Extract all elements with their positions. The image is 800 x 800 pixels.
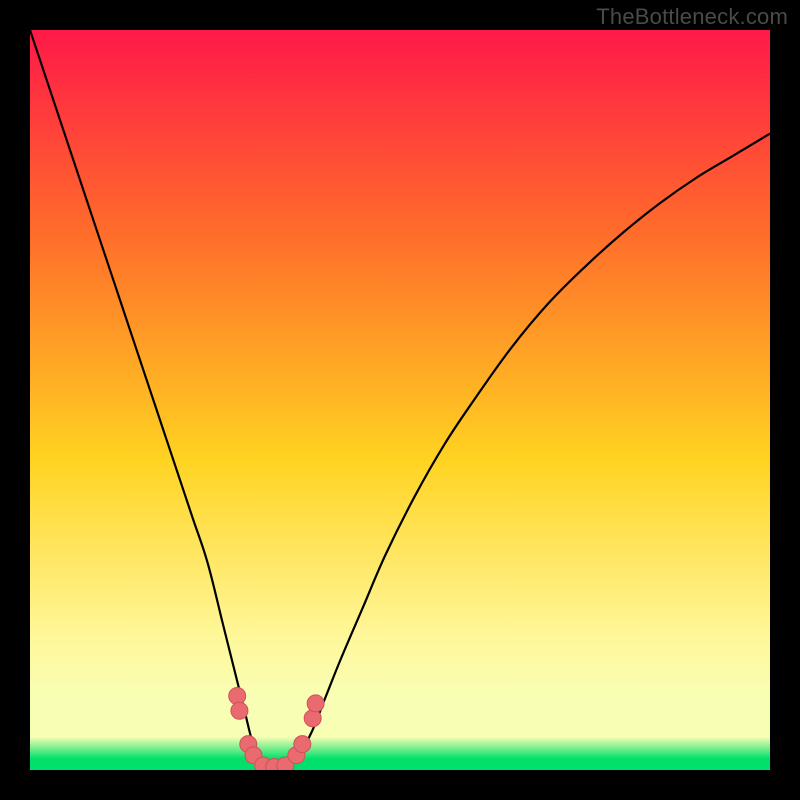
curve-marker (231, 702, 248, 719)
plot-area (30, 30, 770, 770)
watermark-text: TheBottleneck.com (596, 4, 788, 30)
gradient-background (30, 30, 770, 770)
curve-marker (307, 695, 324, 712)
chart-frame: TheBottleneck.com (0, 0, 800, 800)
curve-marker (229, 688, 246, 705)
curve-marker (294, 736, 311, 753)
bottleneck-chart (30, 30, 770, 770)
curve-marker (304, 710, 321, 727)
